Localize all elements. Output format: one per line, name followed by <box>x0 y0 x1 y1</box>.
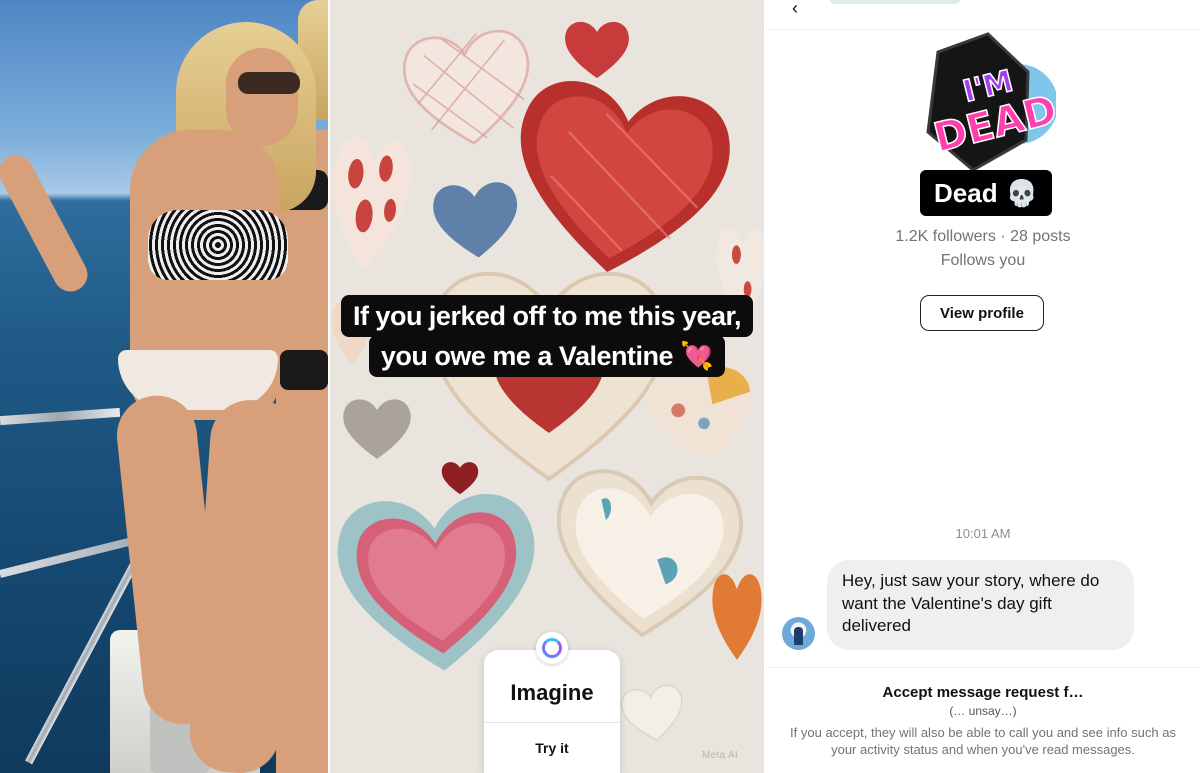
caption-line: you owe me a Valentine 💘 <box>368 335 726 377</box>
try-it-button[interactable]: Try it <box>484 740 620 756</box>
person-face <box>226 48 298 146</box>
meta-ai-watermark: Meta AI <box>701 750 738 761</box>
heart-decoration <box>340 390 414 464</box>
caption-line: If you jerked off to me this year, <box>340 295 754 337</box>
boat-photo <box>0 0 328 773</box>
imagine-title: Imagine <box>510 680 594 705</box>
chat-header: ‹ <box>766 0 1200 30</box>
divider <box>766 667 1200 668</box>
person-arm <box>0 149 94 298</box>
heart-decoration <box>710 566 764 662</box>
story-caption: If you jerked off to me this year, you o… <box>330 295 764 377</box>
dm-panel: ‹ I'M DEAD Dead 💀 1.2K followers · 28 po… <box>766 0 1200 773</box>
meta-ai-icon <box>536 632 568 664</box>
profile-sticker: I'M DEAD <box>918 32 1062 172</box>
swimsuit <box>280 350 328 390</box>
message-timestamp: 10:01 AM <box>955 526 1011 541</box>
sunglasses <box>238 72 300 94</box>
accept-request-subtitle: (… unsay…) <box>949 704 1017 718</box>
avatar[interactable] <box>782 617 815 650</box>
imagine-card[interactable]: Imagine Try it <box>484 632 620 773</box>
accept-request-title: Accept message request f… <box>882 684 1084 701</box>
swimsuit <box>148 210 288 280</box>
heart-decoration <box>615 672 690 752</box>
follows-status: Follows you <box>940 252 1026 269</box>
heart-decoration <box>427 173 525 263</box>
profile-name: Dead 💀 <box>920 170 1052 216</box>
skull-icon: 💀 <box>1005 177 1038 208</box>
profile-stats: 1.2K followers · 28 posts <box>895 228 1071 245</box>
boat-rail <box>0 407 121 426</box>
view-profile-button[interactable]: View profile <box>920 295 1044 331</box>
story-panel: If you jerked off to me this year, you o… <box>330 0 764 773</box>
header-name <box>830 0 960 4</box>
message-bubble[interactable]: Hey, just saw your story, where do want … <box>827 560 1134 650</box>
accept-request-info: If you accept, they will also be able to… <box>790 725 1176 757</box>
back-arrow-icon[interactable]: ‹ <box>792 0 798 19</box>
divider <box>484 722 620 723</box>
profile-name-text: Dead <box>934 177 998 208</box>
